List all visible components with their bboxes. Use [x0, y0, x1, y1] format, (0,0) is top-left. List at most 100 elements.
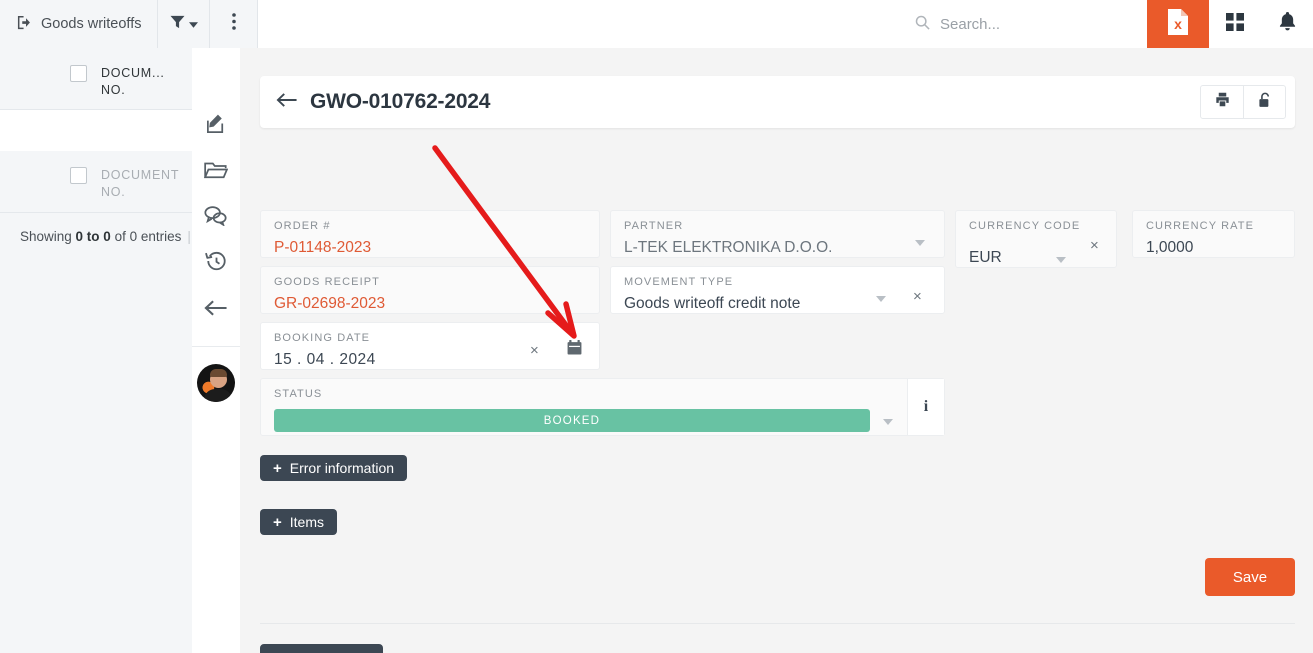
logout-icon: [17, 15, 32, 34]
page-title: GWO-010762-2024: [310, 90, 491, 113]
rail-history-button[interactable]: [192, 244, 240, 284]
field-status[interactable]: STATUS BOOKED i: [260, 378, 945, 436]
user-avatar[interactable]: [197, 364, 235, 402]
info-icon: i: [923, 398, 929, 415]
folder-open-icon: [203, 160, 229, 185]
filter-button[interactable]: [158, 0, 211, 48]
list-header-row: DOCUM... NO.: [0, 48, 192, 110]
search-input[interactable]: Search...: [940, 16, 1000, 33]
column-footer-document-no: DOCUMENT NO.: [101, 168, 179, 199]
entries-divider: |: [187, 229, 191, 244]
section-toggle-icon: +: [273, 513, 282, 531]
document-back-button[interactable]: [276, 92, 298, 113]
partner-dropdown-caret[interactable]: [915, 240, 925, 246]
field-currency-code[interactable]: CURRENCY CODE EUR ×: [955, 210, 1117, 268]
document-list-panel: DOCUM... NO. DOCUMENT NO. Showing 0 to 0…: [0, 48, 192, 653]
field-label: STATUS: [274, 388, 323, 400]
bell-notification-icon: [1279, 12, 1296, 36]
field-movement-type[interactable]: MOVEMENT TYPE Goods writeoff credit note…: [610, 266, 945, 314]
select-all-checkbox[interactable]: [70, 65, 87, 82]
entries-suffix: of 0 entries: [110, 229, 182, 244]
list-empty-row: [0, 110, 192, 151]
rail-divider: [192, 346, 240, 347]
edit-icon: [205, 112, 228, 140]
section-toggle-icon: +: [273, 459, 282, 477]
field-label: BOOKING DATE: [274, 332, 371, 344]
rail-back-button[interactable]: [192, 290, 240, 330]
status-dropdown-caret[interactable]: [883, 419, 893, 425]
main-content: GWO-010762-2024 ORDER # P-01148-2023 GOO…: [240, 48, 1313, 653]
lock-button[interactable]: [1243, 86, 1285, 118]
back-arrow-icon: [204, 299, 228, 322]
topbar-spacer: [258, 0, 915, 48]
search-box[interactable]: Search...: [915, 0, 1147, 48]
movement-type-dropdown-caret[interactable]: [876, 296, 886, 302]
svg-text:x: x: [1174, 16, 1182, 32]
side-icon-rail: [192, 48, 240, 653]
section-items[interactable]: + Items: [260, 509, 337, 535]
column-header-document-no: DOCUM... NO.: [101, 66, 165, 97]
field-goods-receipt[interactable]: GOODS RECEIPT GR-02698-2023: [260, 266, 600, 314]
more-options-button[interactable]: [210, 0, 259, 48]
avatar-body: [204, 389, 232, 402]
list-footer-row: DOCUMENT NO.: [0, 151, 192, 213]
bottom-section-chip[interactable]: [260, 644, 383, 653]
filter-icon: [170, 15, 185, 34]
save-button[interactable]: Save: [1205, 558, 1295, 596]
history-icon: [204, 251, 228, 278]
tab-label: Goods writeoffs: [41, 16, 142, 32]
status-badge[interactable]: BOOKED: [274, 409, 870, 432]
tab-goods-writeoffs[interactable]: Goods writeoffs: [0, 0, 159, 48]
section-label: Items: [289, 514, 324, 530]
field-currency-rate[interactable]: CURRENCY RATE 1,0000: [1132, 210, 1295, 258]
calendar-icon[interactable]: [567, 340, 582, 360]
search-icon: [915, 15, 930, 34]
field-label: GOODS RECEIPT: [274, 276, 380, 288]
unlock-icon: [1258, 92, 1272, 113]
section-label: Error information: [289, 460, 395, 476]
document-header: GWO-010762-2024: [260, 76, 1295, 128]
field-partner[interactable]: PARTNER L-TEK ELEKTRONIKA D.O.O.: [610, 210, 945, 258]
field-label: CURRENCY RATE: [1146, 220, 1255, 232]
excel-export-button[interactable]: x: [1147, 0, 1209, 48]
entries-prefix: Showing: [20, 229, 76, 244]
vertical-dots-icon: [232, 13, 236, 35]
document-actions: [1200, 85, 1286, 119]
rail-edit-button[interactable]: [192, 106, 240, 146]
field-value-currency-code[interactable]: EUR: [969, 249, 1104, 267]
field-label: CURRENCY CODE: [969, 220, 1081, 232]
clear-currency-code-button[interactable]: ×: [1090, 238, 1099, 253]
print-icon: [1215, 92, 1230, 112]
content-divider: [260, 623, 1295, 624]
avatar-hair: [210, 369, 227, 377]
field-value-order-no[interactable]: P-01148-2023: [274, 239, 587, 257]
field-booking-date[interactable]: BOOKING DATE 15 . 04 . 2024 ×: [260, 322, 600, 370]
field-label: ORDER #: [274, 220, 331, 232]
clear-booking-date-button[interactable]: ×: [530, 343, 539, 358]
field-value-goods-receipt[interactable]: GR-02698-2023: [274, 295, 587, 313]
entries-range: 0 to 0: [75, 229, 111, 244]
field-label: PARTNER: [624, 220, 684, 232]
currency-code-dropdown-caret[interactable]: [1056, 257, 1066, 263]
grid-apps-icon: [1226, 12, 1244, 36]
field-value-partner[interactable]: L-TEK ELEKTRONIKA D.O.O.: [624, 239, 932, 257]
section-error-information[interactable]: + Error information: [260, 455, 408, 481]
top-bar: Goods writeoffs Search... x: [0, 0, 1313, 48]
rail-folder-button[interactable]: [192, 152, 240, 192]
field-order-no[interactable]: ORDER # P-01148-2023: [260, 210, 600, 258]
footer-checkbox[interactable]: [70, 167, 87, 184]
excel-export-icon: x: [1166, 8, 1190, 41]
field-value-currency-rate[interactable]: 1,0000: [1146, 239, 1282, 257]
notifications-button[interactable]: [1261, 0, 1313, 48]
application-root: Goods writeoffs Search... x DOCUM... NO.…: [0, 0, 1313, 653]
entries-summary: Showing 0 to 0 of 0 entries |: [0, 213, 192, 244]
status-info-button[interactable]: i: [907, 379, 944, 435]
field-label: MOVEMENT TYPE: [624, 276, 734, 288]
comments-icon: [204, 205, 228, 231]
print-button[interactable]: [1201, 86, 1243, 118]
apps-grid-button[interactable]: [1209, 0, 1261, 48]
clear-movement-type-button[interactable]: ×: [913, 289, 922, 304]
rail-comments-button[interactable]: [192, 198, 240, 238]
field-value-booking-date[interactable]: 15 . 04 . 2024: [274, 351, 587, 369]
chevron-down-icon: [188, 15, 198, 33]
